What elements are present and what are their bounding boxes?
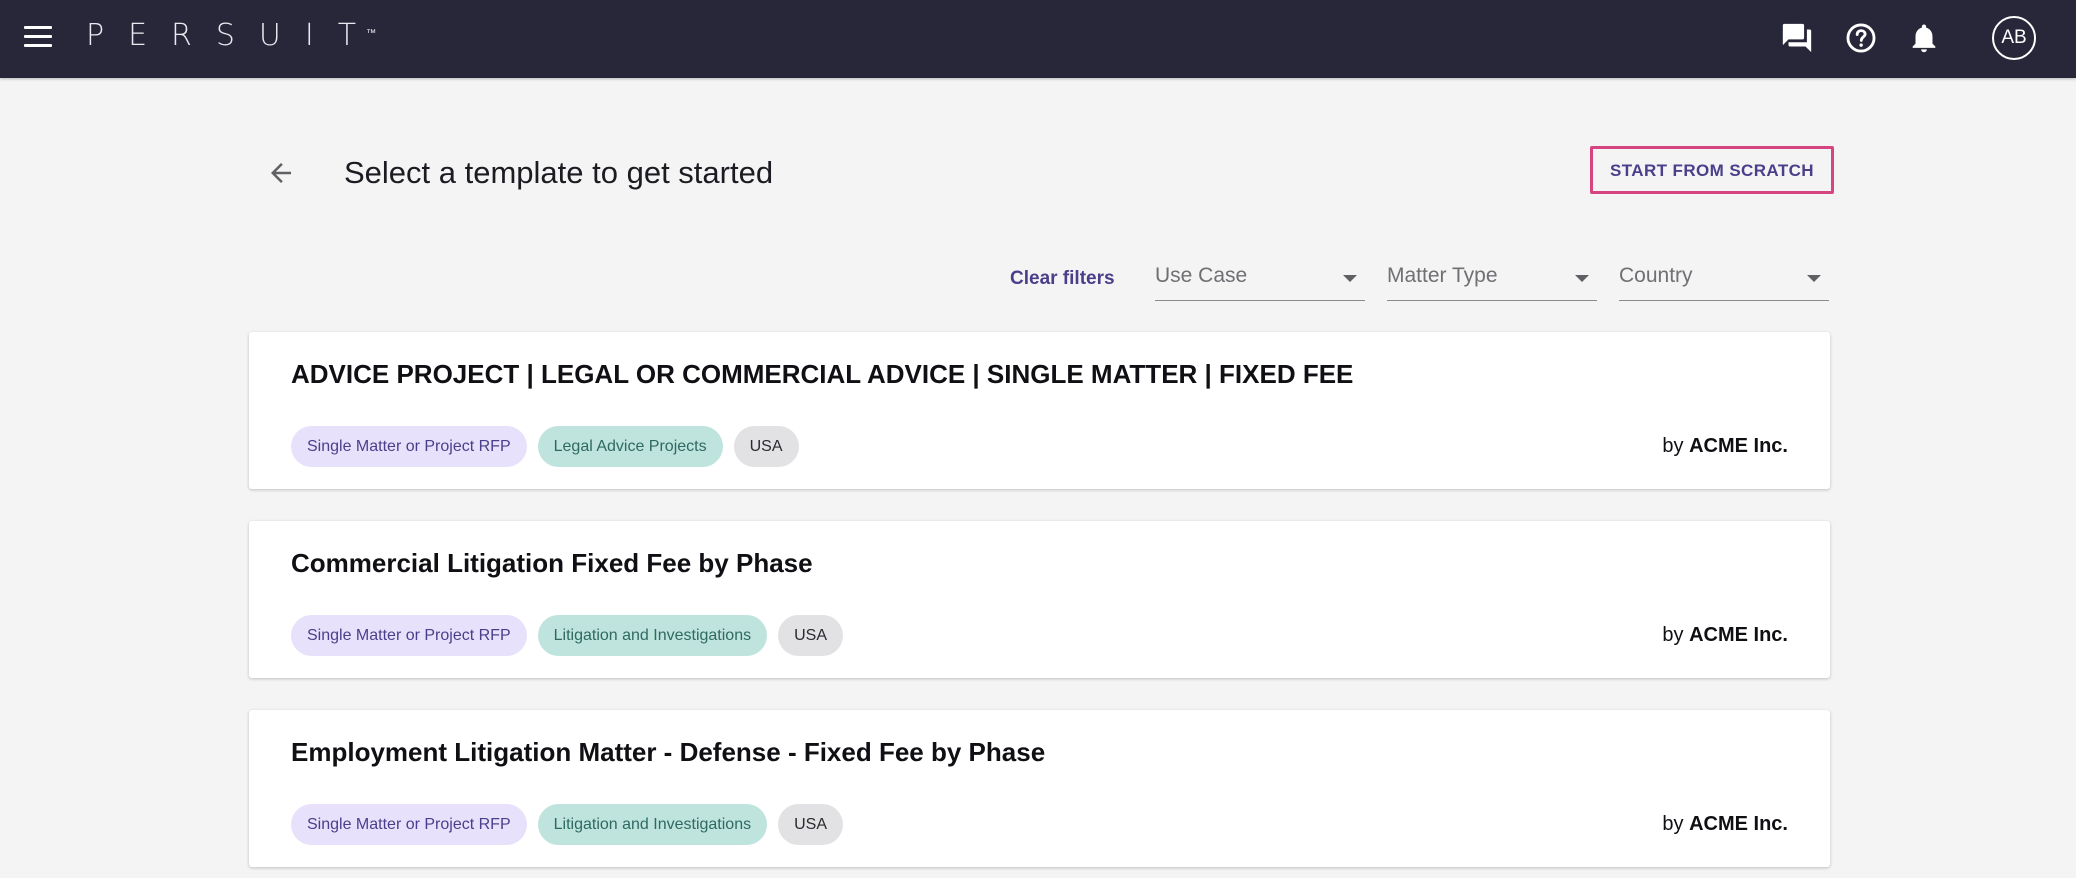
author-name: ACME Inc. [1689,435,1788,457]
logo-text: PERSUIT [86,18,381,53]
country-select[interactable]: Country [1619,258,1829,301]
logo-trademark: ™ [366,28,377,39]
clear-filters-link[interactable]: Clear filters [1010,264,1115,294]
template-title: Commercial Litigation Fixed Fee by Phase [291,548,813,578]
matter-type-label: Matter Type [1387,264,1498,287]
use-case-select[interactable]: Use Case [1155,258,1365,301]
template-title: ADVICE PROJECT | LEGAL OR COMMERCIAL ADV… [291,359,1354,389]
template-author: by ACME Inc. [1662,621,1788,649]
template-title: Employment Litigation Matter - Defense -… [291,737,1046,767]
use-case-tag: Single Matter or Project RFP [291,615,527,656]
template-tags: Single Matter or Project RFP Legal Advic… [291,426,799,467]
country-tag: USA [778,615,843,656]
matter-type-tag: Litigation and Investigations [537,804,768,845]
user-avatar[interactable]: AB [1992,16,2036,60]
top-app-bar: PERSUIT™ AB [0,0,2076,78]
template-author: by ACME Inc. [1662,432,1788,460]
template-tags: Single Matter or Project RFP Litigation … [291,615,843,656]
matter-type-select[interactable]: Matter Type [1387,258,1597,301]
start-from-scratch-button[interactable]: START FROM SCRATCH [1590,146,1834,194]
chat-icon[interactable] [1780,21,1814,55]
country-tag: USA [778,804,843,845]
arrow-left-icon[interactable] [266,158,296,188]
help-icon[interactable] [1844,21,1878,55]
chevron-down-icon [1575,275,1589,282]
persuit-logo[interactable]: PERSUIT™ [86,16,390,56]
page-title: Select a template to get started [344,155,774,190]
use-case-tag: Single Matter or Project RFP [291,426,527,467]
use-case-tag: Single Matter or Project RFP [291,804,527,845]
template-author: by ACME Inc. [1662,810,1788,838]
author-name: ACME Inc. [1689,624,1788,646]
country-label: Country [1619,264,1693,287]
template-tags: Single Matter or Project RFP Litigation … [291,804,843,845]
use-case-label: Use Case [1155,264,1248,287]
author-name: ACME Inc. [1689,813,1788,835]
chevron-down-icon [1807,275,1821,282]
bell-icon[interactable] [1907,21,1941,55]
author-prefix: by [1662,813,1684,835]
matter-type-tag: Litigation and Investigations [537,615,768,656]
template-card[interactable]: Commercial Litigation Fixed Fee by Phase… [249,521,1830,678]
author-prefix: by [1662,435,1684,457]
template-card[interactable]: Employment Litigation Matter - Defense -… [249,710,1830,867]
chevron-down-icon [1343,275,1357,282]
author-prefix: by [1662,624,1684,646]
menu-icon[interactable] [24,26,52,48]
country-tag: USA [733,426,799,467]
matter-type-tag: Legal Advice Projects [537,426,723,467]
template-card[interactable]: ADVICE PROJECT | LEGAL OR COMMERCIAL ADV… [249,332,1830,489]
